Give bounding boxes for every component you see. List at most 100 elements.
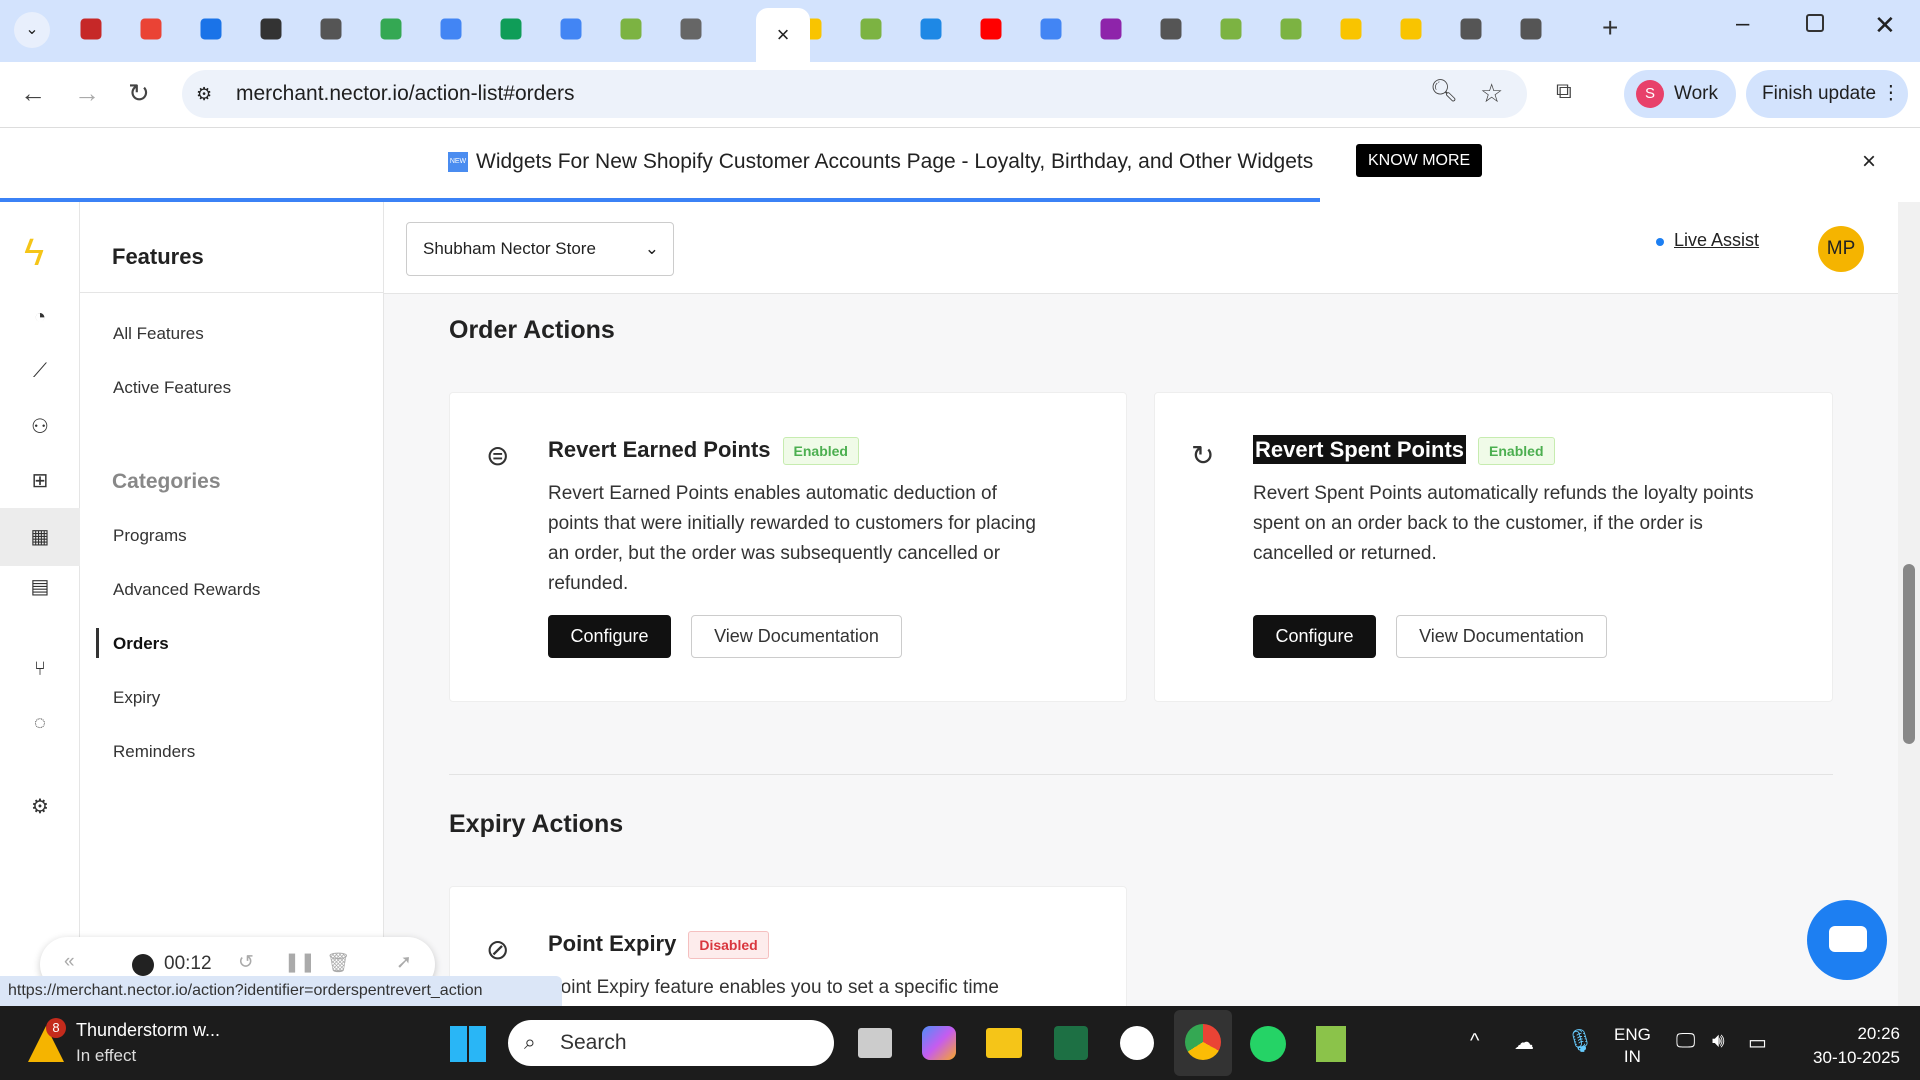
excel-icon[interactable] xyxy=(1054,1026,1088,1060)
browser-tab[interactable] xyxy=(1100,18,1122,40)
browser-tab[interactable] xyxy=(560,18,582,40)
close-tab-icon[interactable]: × xyxy=(777,22,790,48)
notepad-app-icon[interactable] xyxy=(1316,1026,1346,1062)
minimize-button[interactable]: – xyxy=(1736,10,1749,38)
browser-tab[interactable] xyxy=(1040,18,1062,40)
browser-tab[interactable] xyxy=(980,18,1002,40)
task-view-icon[interactable] xyxy=(858,1028,892,1058)
browser-tab[interactable] xyxy=(80,18,102,40)
network-icon[interactable]: 🖵 xyxy=(1676,1030,1695,1053)
slack-icon[interactable] xyxy=(1120,1026,1154,1060)
store-select[interactable]: Shubham Nector Store ⌄ xyxy=(406,222,674,276)
language-code: ENG xyxy=(1614,1025,1651,1044)
battery-icon[interactable]: ▭ xyxy=(1748,1030,1767,1055)
delete-icon[interactable]: 🗑︎ xyxy=(326,951,350,975)
new-tab-button[interactable]: + xyxy=(1602,12,1618,44)
browser-tab[interactable] xyxy=(1340,18,1362,40)
browser-tab[interactable] xyxy=(860,18,882,40)
integrations-icon[interactable]: ⑂ xyxy=(28,658,52,682)
browser-tab[interactable] xyxy=(200,18,222,40)
whatsapp-icon[interactable] xyxy=(1250,1026,1286,1062)
file-explorer-icon[interactable] xyxy=(986,1028,1022,1058)
close-banner-button[interactable]: × xyxy=(1862,148,1876,176)
sidebar-item-advanced-rewards[interactable]: Advanced Rewards xyxy=(113,580,260,600)
browser-tab[interactable] xyxy=(380,18,402,40)
pause-icon[interactable]: ❚❚ xyxy=(284,951,316,974)
sidebar-item-all-features[interactable]: All Features xyxy=(113,324,204,344)
windows-start-icon[interactable] xyxy=(450,1026,486,1062)
show-hidden-icons[interactable]: ^ xyxy=(1470,1030,1479,1053)
view-documentation-button[interactable]: View Documentation xyxy=(1396,615,1607,658)
dashboard-icon[interactable]: ◔ xyxy=(28,306,52,330)
browser-tab[interactable] xyxy=(500,18,522,40)
copilot-icon[interactable] xyxy=(922,1026,956,1060)
scrollbar-thumb[interactable] xyxy=(1903,564,1915,744)
browser-tab[interactable] xyxy=(1460,18,1482,40)
live-assist-link[interactable]: Live Assist xyxy=(1674,230,1759,251)
widgets-icon[interactable]: ▤ xyxy=(28,574,52,598)
card-revert-earned-points: ⊜ Revert Earned Points Enabled Revert Ear… xyxy=(449,392,1127,702)
sidebar-item-reminders[interactable]: Reminders xyxy=(113,742,195,762)
scrollbar[interactable] xyxy=(1898,202,1920,1006)
weather-badge: 8 xyxy=(46,1018,66,1038)
card-title: Point Expiry xyxy=(548,931,677,956)
close-window-button[interactable]: ✕ xyxy=(1874,10,1896,41)
restore-button[interactable] xyxy=(1806,14,1824,32)
messages-icon[interactable]: ◌ xyxy=(28,712,52,736)
browser-tab[interactable] xyxy=(1400,18,1422,40)
stop-record-icon[interactable] xyxy=(132,954,154,976)
url-input[interactable]: merchant.nector.io/action-list#orders xyxy=(182,70,1527,118)
settings-gear-icon[interactable]: ⚙ xyxy=(28,794,52,818)
back-icon[interactable]: ← xyxy=(20,78,46,109)
active-tab[interactable]: × xyxy=(756,8,810,62)
analytics-icon[interactable]: ⟋ xyxy=(28,360,52,384)
profile-label: Work xyxy=(1674,83,1718,104)
sidebar-item-active-features[interactable]: Active Features xyxy=(113,378,231,398)
view-documentation-button[interactable]: View Documentation xyxy=(691,615,902,658)
configure-button[interactable]: Configure xyxy=(548,615,671,658)
customers-icon[interactable]: ⚇ xyxy=(28,414,52,438)
rewards-gift-icon[interactable]: ⊞ xyxy=(28,468,52,492)
microphone-icon[interactable]: 🎙︎ xyxy=(1566,1028,1594,1054)
tab-search-button[interactable]: ⌄ xyxy=(14,12,50,48)
browser-tab[interactable] xyxy=(620,18,642,40)
bookmark-star-icon[interactable]: ☆ xyxy=(1480,78,1503,109)
restart-icon[interactable]: ↺ xyxy=(238,951,254,974)
card-description: Point Expiry feature enables you to set … xyxy=(548,977,999,998)
browser-tab[interactable] xyxy=(440,18,462,40)
zoom-icon[interactable]: 🔍︎ xyxy=(1430,78,1458,104)
browser-tab[interactable] xyxy=(1280,18,1302,40)
section-title-order-actions: Order Actions xyxy=(449,316,615,344)
finish-update-button[interactable]: Finish update ⋮ xyxy=(1746,70,1908,118)
configure-button[interactable]: Configure xyxy=(1253,615,1376,658)
volume-icon[interactable]: 🔊︎ xyxy=(1712,1030,1725,1053)
sidebar-item-orders[interactable]: Orders xyxy=(113,634,169,654)
sidebar-item-expiry[interactable]: Expiry xyxy=(113,688,160,708)
profile-button[interactable]: S Work xyxy=(1624,70,1736,118)
browser-tab[interactable] xyxy=(1220,18,1242,40)
onedrive-icon[interactable]: ☁ xyxy=(1514,1030,1534,1055)
forward-icon[interactable]: → xyxy=(74,78,100,109)
chrome-taskbar-item[interactable] xyxy=(1174,1010,1232,1076)
sidebar-item-programs[interactable]: Programs xyxy=(113,526,187,546)
clock[interactable]: 20:26 30-10-2025 xyxy=(1790,1022,1900,1070)
know-more-button[interactable]: KNOW MORE xyxy=(1356,144,1483,177)
weather-title[interactable]: Thunderstorm w... xyxy=(76,1020,220,1041)
features-rail-item[interactable]: ▦ xyxy=(0,508,80,566)
browser-tab[interactable] xyxy=(140,18,162,40)
collapse-icon[interactable]: « xyxy=(64,951,75,973)
browser-tab[interactable] xyxy=(1160,18,1182,40)
reload-icon[interactable]: ↻ xyxy=(128,78,150,109)
browser-tab[interactable] xyxy=(260,18,282,40)
browser-tab[interactable] xyxy=(320,18,342,40)
language-indicator[interactable]: ENG IN xyxy=(1614,1024,1651,1068)
avatar[interactable]: MP xyxy=(1818,226,1864,272)
browser-tab[interactable] xyxy=(680,18,702,40)
chat-button[interactable] xyxy=(1807,900,1887,980)
browser-tab[interactable] xyxy=(1520,18,1542,40)
site-info-icon[interactable]: ⚙ xyxy=(196,84,212,105)
taskbar-search[interactable]: ⌕ Search xyxy=(508,1020,834,1066)
pointer-icon[interactable]: ➚ xyxy=(396,951,412,974)
browser-tab[interactable] xyxy=(920,18,942,40)
extensions-icon[interactable]: ⧉ xyxy=(1556,78,1572,104)
